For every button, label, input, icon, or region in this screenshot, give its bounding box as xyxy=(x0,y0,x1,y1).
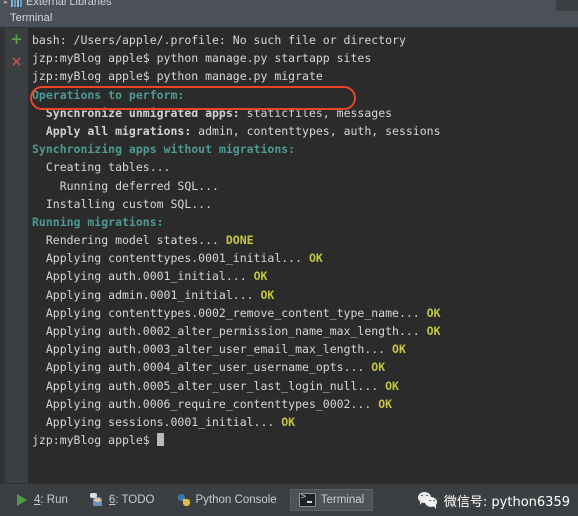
terminal-text-segment: Installing custom SQL... xyxy=(32,196,213,211)
terminal-text-segment: jzp:myBlog apple$ python manage.py start… xyxy=(32,51,372,66)
terminal-line: Applying auth.0002_alter_permission_name… xyxy=(32,322,578,340)
terminal-text-segment: staticfiles, messages xyxy=(246,105,393,120)
terminal-text-segment: OK xyxy=(281,414,296,429)
library-books-icon xyxy=(11,0,23,7)
terminal-text-segment: Applying admin.0001_initial... xyxy=(32,287,261,302)
status-tab-todo[interactable]: 6: TODO xyxy=(81,489,164,511)
terminal-prompt-icon xyxy=(298,492,316,507)
scrollbar-corner xyxy=(556,0,578,11)
status-tab-label: : Run xyxy=(40,494,68,506)
terminal-text-segment: Creating tables... xyxy=(32,160,171,175)
terminal-line: Rendering model states... DONE xyxy=(32,231,578,249)
tree-row-label: External Libraries xyxy=(26,0,112,8)
terminal-text-segment: OK xyxy=(371,360,386,375)
terminal-line: Applying auth.0004_alter_user_username_o… xyxy=(32,358,578,376)
terminal-line: Applying admin.0001_initial... OK xyxy=(32,286,578,304)
terminal-line: jzp:myBlog apple$ xyxy=(32,431,578,449)
terminal-line: Apply all migrations: admin, contenttype… xyxy=(32,122,578,140)
project-tree-sliver: ▸ External Libraries xyxy=(0,0,578,11)
terminal-text-segment: Applying auth.0004_alter_user_username_o… xyxy=(32,360,372,375)
chevron-right-icon[interactable]: ▸ xyxy=(4,0,8,6)
terminal-line: Creating tables... xyxy=(32,158,578,176)
status-tab-terminal[interactable]: Terminal xyxy=(289,489,374,511)
terminal-line: Synchronizing apps without migrations: xyxy=(32,140,578,158)
terminal-line: Applying sessions.0001_initial... OK xyxy=(32,413,578,431)
terminal-text-segment: OK xyxy=(253,269,268,284)
wechat-logo-icon xyxy=(417,491,438,509)
terminal-text-segment: OK xyxy=(426,305,441,320)
status-tab-run[interactable]: 4: Run xyxy=(6,489,77,511)
terminal-line: jzp:myBlog apple$ python manage.py migra… xyxy=(32,67,578,85)
terminal-text-segment: Apply all migrations: xyxy=(32,123,199,138)
terminal-text-segment: Applying auth.0005_alter_user_last_login… xyxy=(32,378,386,393)
terminal-text-segment: OK xyxy=(392,342,406,357)
terminal-line: Applying auth.0001_initial... OK xyxy=(32,267,578,285)
watermark-text: 微信号: python6359 xyxy=(443,494,570,510)
terminal-text-segment: DONE xyxy=(225,233,254,248)
terminal-text-segment: OK xyxy=(308,251,323,266)
terminal-text-segment: OK xyxy=(260,287,275,302)
status-tab-label: : TODO xyxy=(115,494,155,506)
terminal-line: Synchronize unmigrated apps: staticfiles… xyxy=(32,104,578,122)
terminal-text-segment: Running migrations: xyxy=(32,214,164,229)
terminal-text-segment: Applying auth.0001_initial... xyxy=(32,269,254,284)
terminal-text-segment: Running deferred SQL... xyxy=(32,178,219,193)
terminal-line: Running deferred SQL... xyxy=(32,177,578,195)
terminal-text-segment: OK xyxy=(385,378,399,393)
run-triangle-icon xyxy=(15,493,29,507)
terminal-text-segment: jzp:myBlog apple$ python manage.py migra… xyxy=(32,69,323,84)
close-session-x-icon[interactable]: × xyxy=(9,55,24,70)
terminal-line: Applying auth.0003_alter_user_email_max_… xyxy=(32,340,578,358)
terminal-line: Operations to perform: xyxy=(32,86,578,104)
terminal-text-segment: bash: /Users/apple/.profile: No such fil… xyxy=(32,33,406,47)
status-tab-label: Python Console xyxy=(195,494,277,506)
terminal-text-segment: Synchronize unmigrated apps: xyxy=(32,105,247,120)
terminal-text-segment: Applying contenttypes.0002_remove_conten… xyxy=(32,305,427,320)
terminal-text-segment: Applying auth.0006_require_contenttypes_… xyxy=(32,396,379,411)
terminal-text-segment: Applying sessions.0001_initial... xyxy=(32,414,282,429)
terminal-text-segment: jzp:myBlog apple$ xyxy=(32,433,157,448)
wechat-watermark: 微信号: python6359 xyxy=(417,486,570,514)
terminal-line: jzp:myBlog apple$ python manage.py start… xyxy=(32,49,578,67)
terminal-output[interactable]: bash: /Users/apple/.profile: No such fil… xyxy=(28,28,578,483)
terminal-cursor xyxy=(156,433,164,447)
terminal-text-segment: Applying contenttypes.0001_initial... xyxy=(32,251,309,266)
terminal-line: Applying contenttypes.0001_initial... OK xyxy=(32,249,578,267)
pycharm-terminal-window: ▸ External Libraries Terminal + × bash: … xyxy=(0,0,578,516)
tool-window-header: Terminal xyxy=(0,11,578,28)
terminal-text-segment: Applying auth.0003_alter_user_email_max_… xyxy=(32,342,393,357)
new-session-plus-icon[interactable]: + xyxy=(9,32,24,47)
status-tab-label: Terminal xyxy=(320,494,365,506)
todo-person-icon xyxy=(89,493,104,507)
terminal-line: bash: /Users/apple/.profile: No such fil… xyxy=(32,31,578,49)
terminal-text-segment: Synchronizing apps without migrations: xyxy=(32,142,296,157)
tree-row-external-libraries[interactable]: ▸ External Libraries xyxy=(0,0,556,11)
status-tab-pythonconsole[interactable]: Python Console xyxy=(168,489,286,511)
terminal-text-segment: OK xyxy=(426,324,441,338)
python-logo-icon xyxy=(177,493,191,507)
tool-window-tab-terminal[interactable]: Terminal xyxy=(10,12,52,24)
terminal-text-segment: Applying auth.0002_alter_permission_name… xyxy=(32,324,427,338)
terminal-panel: + × bash: /Users/apple/.profile: No such… xyxy=(0,28,578,483)
terminal-text-segment: admin, contenttypes, auth, sessions xyxy=(198,123,441,138)
terminal-text-segment: Operations to perform: xyxy=(32,87,185,102)
terminal-text-segment: Rendering model states... xyxy=(32,233,226,248)
terminal-line: Applying auth.0005_alter_user_last_login… xyxy=(32,377,578,395)
terminal-line: Installing custom SQL... xyxy=(32,195,578,213)
terminal-line: Applying contenttypes.0002_remove_conten… xyxy=(32,304,578,322)
terminal-line: Running migrations: xyxy=(32,213,578,231)
terminal-line: Applying auth.0006_require_contenttypes_… xyxy=(32,395,578,413)
terminal-action-toolbar: + × xyxy=(5,28,28,483)
terminal-text-segment: OK xyxy=(378,396,393,411)
